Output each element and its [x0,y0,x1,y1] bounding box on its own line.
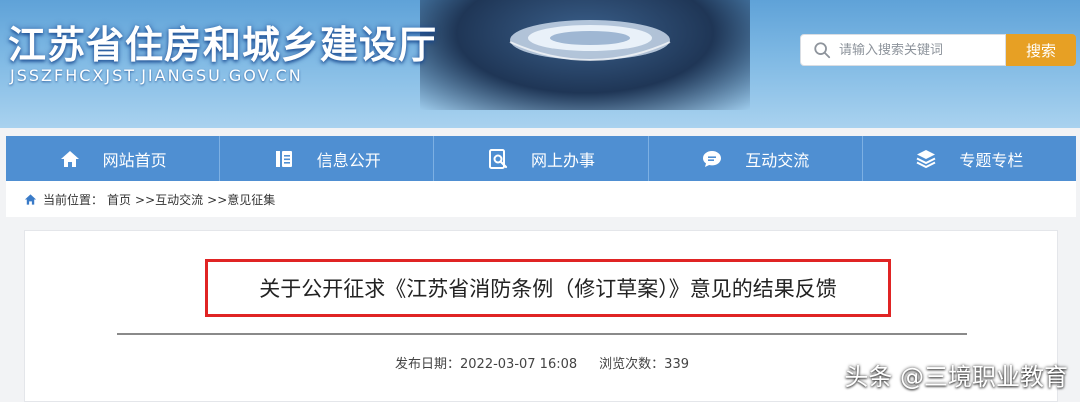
site-header: 江苏省住房和城乡建设厅 JSSZFHCXJST.JIANGSU.GOV.CN 搜… [0,0,1080,128]
article-title: 关于公开征求《江苏省消防条例（修订草案）》意见的结果反馈 [259,277,837,301]
search-button[interactable]: 搜索 [1006,34,1076,66]
breadcrumb: 当前位置： 首页 >>互动交流 >>意见征集 [6,181,1076,217]
document-icon [273,148,295,170]
views-count: 339 [664,357,689,372]
stadium-illustration [509,20,671,61]
nav-item-special-topics[interactable]: 专题专栏 [863,136,1076,181]
online-service-icon [487,148,509,170]
search-icon [814,42,831,59]
breadcrumb-prefix: 当前位置： [43,192,104,207]
nav-item-label: 专题专栏 [959,150,1024,170]
nav-item-info-disclosure[interactable]: 信息公开 [220,136,435,181]
watermark: 头条 @三境职业教育 [844,363,1068,391]
layers-icon [915,148,937,170]
breadcrumb-opinion-collection[interactable]: >>意见征集 [207,191,275,208]
nav-item-label: 网上办事 [531,150,596,170]
home-icon [59,148,81,170]
publish-date-label: 发布日期： [394,357,460,372]
chat-icon [701,148,723,170]
title-divider [117,333,967,335]
title-highlight-box: 关于公开征求《江苏省消防条例（修订草案）》意见的结果反馈 [205,259,891,317]
nav-item-label: 网站首页 [102,150,167,170]
views-label: 浏览次数： [599,357,665,372]
nav-item-label: 信息公开 [316,150,381,170]
publish-date: 2022-03-07 16:08 [460,357,578,372]
main-nav: 网站首页 信息公开 网上办事 互动交流 专题专栏 [6,136,1076,181]
search-input[interactable] [839,42,989,58]
nav-item-label: 互动交流 [745,150,810,170]
site-domain: JSSZFHCXJST.JIANGSU.GOV.CN [10,66,303,85]
nav-item-home[interactable]: 网站首页 [6,136,221,181]
site-title: 江苏省住房和城乡建设厅 [8,23,438,67]
nav-item-online-service[interactable]: 网上办事 [434,136,649,181]
nav-item-interaction[interactable]: 互动交流 [649,136,863,181]
search-box [800,34,1006,66]
breadcrumb-home[interactable]: 首页 [107,191,131,208]
home-icon [24,193,37,205]
breadcrumb-interaction[interactable]: >>互动交流 [135,191,203,208]
